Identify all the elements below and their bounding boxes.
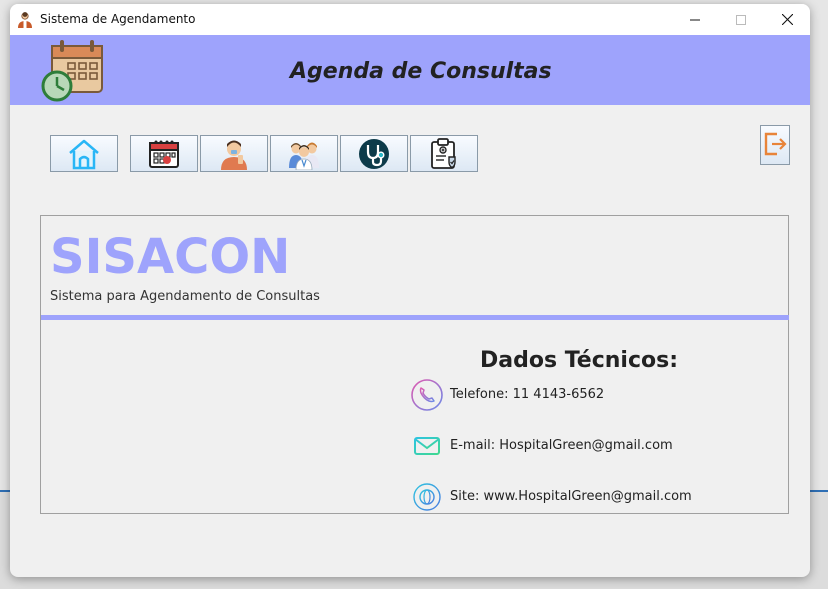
team-button[interactable] [270,135,338,172]
stethoscope-icon [358,138,390,170]
phone-icon [410,378,444,412]
minimize-button[interactable] [672,4,718,35]
health-plan-button[interactable] [410,135,478,172]
app-window: Sistema de Agendamento Agenda de Consult… [10,4,810,577]
brand-subtitle: Sistema para Agendamento de Consultas [50,289,320,304]
home-button[interactable] [50,135,118,172]
technical-data-title: Dados Técnicos: [480,348,679,373]
maximize-button[interactable] [718,4,764,35]
home-icon [67,138,101,170]
title-bar: Sistema de Agendamento [10,4,810,35]
calendar-button[interactable] [130,135,198,172]
window-title: Sistema de Agendamento [40,12,196,26]
logout-button[interactable] [760,125,790,165]
mail-icon [410,429,444,463]
email-text: E-mail: HospitalGreen@gmail.com [450,438,673,453]
patient-button[interactable] [200,135,268,172]
calendar-icon [148,139,180,169]
patient-icon [217,138,251,170]
about-panel: SISACON Sistema para Agendamento de Cons… [40,215,789,514]
phone-text: Telefone: 11 4143-6562 [450,387,605,402]
app-doctor-icon [16,11,34,29]
clipboard-icon [429,137,459,170]
globe-icon [410,480,444,514]
calendar-clock-icon [40,38,106,102]
site-text: Site: www.HospitalGreen@gmail.com [450,489,692,504]
header-banner: Agenda de Consultas [10,35,810,105]
separator [41,315,789,320]
doctor-button[interactable] [340,135,408,172]
close-button[interactable] [764,4,810,35]
banner-title: Agenda de Consultas [290,59,552,84]
brand-title: SISACON [50,229,291,285]
team-icon [287,138,321,170]
logout-icon [763,128,787,162]
